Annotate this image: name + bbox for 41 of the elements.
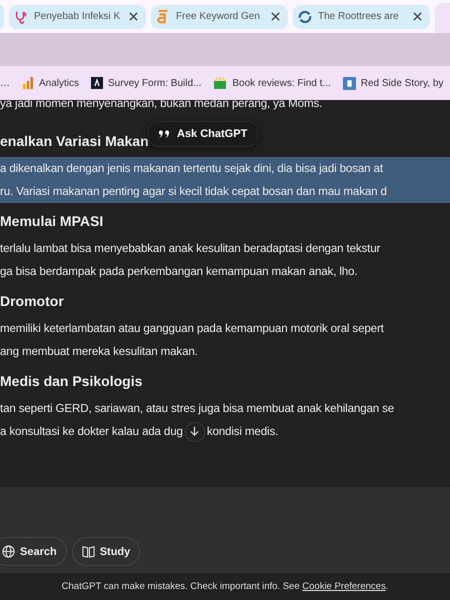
ask-chatgpt-button[interactable]: Ask ChatGPT: [148, 121, 258, 147]
globe-icon: [2, 545, 15, 558]
paragraph-line: ya jadi momen menyenangkan, bukan medan perang, ya Moms.: [0, 96, 322, 112]
tab-title: Free Keyword Gen: [176, 11, 261, 22]
composer-tool-button[interactable]: Study: [72, 537, 140, 566]
bookmark[interactable]: Analytics: [22, 77, 80, 89]
tab-title: Penyebab Infeksi K: [34, 11, 122, 22]
scroll-down-button[interactable]: [184, 422, 205, 442]
bookmark[interactable]: …: [0, 78, 10, 88]
stethoscope-icon: [14, 10, 28, 24]
letter-a-logo-icon: [156, 10, 170, 24]
app-logo-icon: [91, 77, 104, 89]
disclaimer-text: ChatGPT can make mistakes. Check important info. See Cookie Preferences.: [62, 581, 388, 592]
paragraph-line: ga bisa berdampak pada perkembangan kemampuan makan anak, lho.: [0, 264, 358, 280]
arrow-down-icon: [189, 426, 200, 437]
section-heading: Memulai MPASI: [0, 213, 104, 229]
section-heading: Dromotor: [0, 293, 64, 309]
bookmark[interactable]: Book reviews: Find t...: [213, 77, 331, 89]
browser-tab[interactable]: The Roottrees are: [293, 4, 430, 28]
section-heading: Medis dan Psikologis: [0, 373, 142, 389]
blog-logo-icon: [342, 76, 356, 90]
close-icon[interactable]: [413, 12, 422, 21]
paragraph-line: kondisi medis.: [206, 424, 278, 440]
paragraph-line: a konsultasi ke dokter kalau ada dug: [0, 424, 183, 440]
paragraph-line: ang membuat mereka kesulitan makan.: [0, 344, 198, 360]
close-icon[interactable]: [129, 12, 138, 21]
section-heading: enalkan Variasi Makan: [0, 133, 149, 149]
bar-chart-icon: [22, 77, 34, 89]
browser-tab[interactable]: Free Keyword Gen: [151, 4, 288, 28]
browser-tab[interactable]: Penyebab Infeksi K: [9, 4, 146, 28]
paragraph-line: terlalu lambat bisa menyebabkan anak kesulitan beradaptasi dengan tekstur: [0, 241, 380, 257]
paragraph-line: memiliki keterlambatan atau gangguan pada kemampuan motorik oral sepert: [0, 321, 384, 337]
bookmark[interactable]: Red Side Story, by: [342, 76, 444, 90]
cookie-preferences-link[interactable]: Cookie Preferences: [302, 581, 386, 592]
paragraph-line: tan seperti GERD, sariawan, atau stres juga bisa membuat anak kehilangan se: [0, 401, 394, 417]
bookmark[interactable]: Survey Form: Build...: [91, 77, 202, 89]
close-icon[interactable]: [271, 12, 280, 21]
quote-icon: [159, 130, 170, 138]
tab-title: The Roottrees are: [318, 11, 400, 22]
swirl-logo-icon: [298, 10, 312, 24]
composer-tool-button[interactable]: Search: [0, 537, 67, 566]
